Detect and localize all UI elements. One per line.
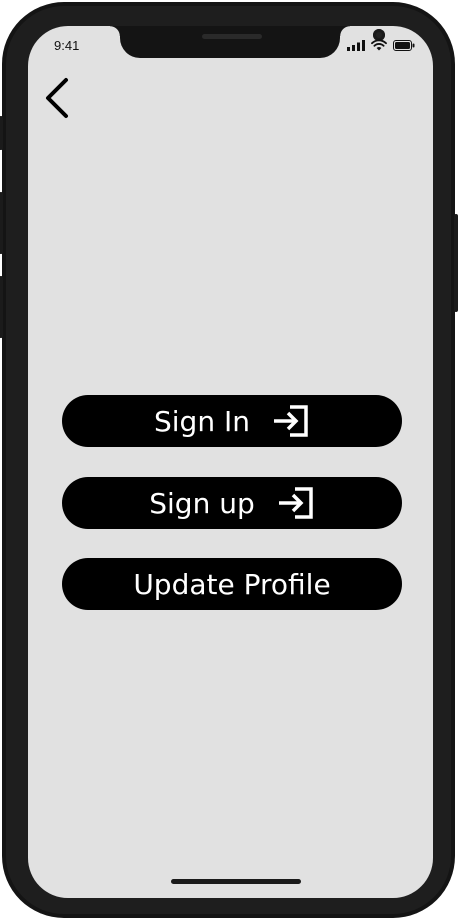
back-button[interactable] (38, 76, 78, 120)
sign-in-button[interactable]: Sign In (62, 395, 402, 447)
battery-icon (393, 39, 415, 51)
status-time: 9:41 (54, 38, 80, 53)
chevron-left-icon (46, 78, 68, 118)
update-profile-button[interactable]: Update Profile (62, 558, 402, 610)
home-indicator[interactable] (171, 879, 301, 884)
sign-in-icon (278, 487, 313, 519)
update-profile-button-label: Update Profile (133, 567, 331, 601)
cellular-signal-icon (347, 39, 365, 51)
screen: 9:41 Sign In Sign up Update Profile (28, 26, 433, 898)
earpiece-speaker (202, 34, 262, 39)
sign-in-button-label: Sign In (154, 404, 250, 438)
sign-up-button-label: Sign up (149, 486, 255, 520)
sign-in-icon (273, 405, 308, 437)
volume-down-button (0, 276, 3, 338)
sign-up-button[interactable]: Sign up (62, 477, 402, 529)
status-icons (347, 39, 415, 51)
phone-frame: 9:41 Sign In Sign up Update Profile (0, 2, 458, 918)
notch (110, 26, 385, 58)
power-button (454, 214, 458, 312)
silent-switch (0, 116, 3, 150)
volume-up-button (0, 192, 3, 254)
wifi-icon (371, 39, 387, 51)
